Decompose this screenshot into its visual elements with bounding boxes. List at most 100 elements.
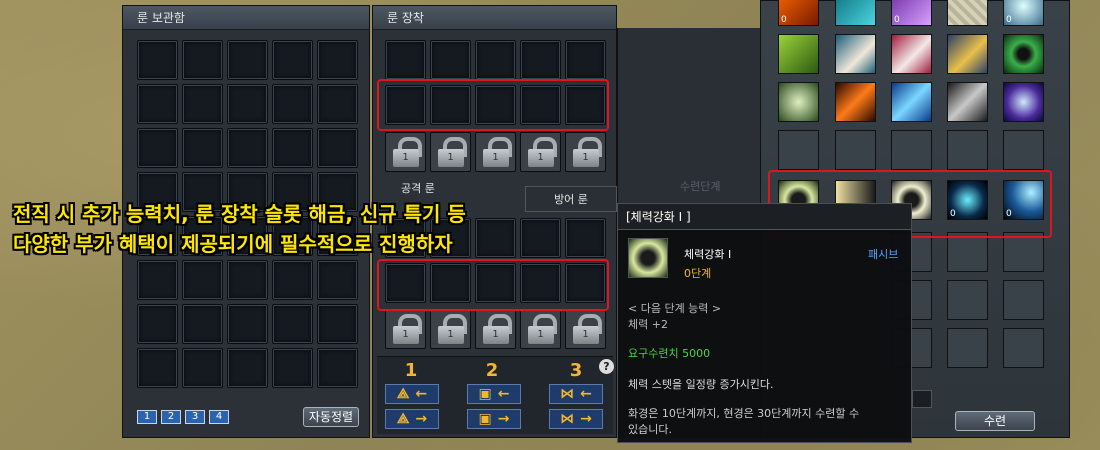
lock-icon: [482, 137, 512, 167]
storage-slot[interactable]: [272, 40, 313, 80]
caption-line-1: 전직 시 추가 능력치, 룬 장착 슬롯 해금, 신규 특기 등: [13, 202, 466, 226]
storage-slot[interactable]: [227, 84, 268, 124]
attack-rune-slot[interactable]: [475, 40, 516, 80]
storage-slot[interactable]: [182, 40, 223, 80]
skill-orb-icon[interactable]: 0: [1003, 0, 1044, 26]
attack-rune-slot[interactable]: [565, 40, 606, 80]
locked-slot: [385, 132, 426, 172]
storage-slot[interactable]: [317, 128, 358, 168]
storage-slot[interactable]: [272, 304, 313, 344]
skill-fire-icon[interactable]: 0: [778, 0, 819, 26]
skill-wind-icon[interactable]: [947, 82, 988, 122]
storage-slot[interactable]: [137, 128, 178, 168]
storage-slot[interactable]: [317, 40, 358, 80]
arrow-left-icon: ←: [580, 386, 592, 402]
tooltip-skill-level: 0단계: [684, 267, 712, 280]
locked-slot: [430, 132, 471, 172]
locked-slot: [565, 309, 606, 349]
set-3-load-button[interactable]: ⋈ ←: [549, 384, 603, 404]
skill-scale-icon[interactable]: [947, 0, 988, 26]
attack-rune-label: 공격 룬: [401, 182, 435, 195]
skill-green-strike-icon[interactable]: [778, 34, 819, 74]
defense-unlock-highlight: [377, 259, 609, 311]
storage-slot[interactable]: [182, 260, 223, 300]
storage-slot[interactable]: [227, 304, 268, 344]
rune-glyph-icon: ▣: [478, 411, 492, 427]
storage-slot[interactable]: [182, 84, 223, 124]
tooltip-skill-type: 패시브: [868, 248, 899, 261]
storage-slot[interactable]: [317, 304, 358, 344]
storage-slot[interactable]: [137, 304, 178, 344]
attack-unlock-highlight: [377, 79, 609, 131]
storage-slot[interactable]: [137, 348, 178, 388]
tooltip-skill-name: 체력강화 I: [684, 248, 732, 261]
set-1-load-button[interactable]: ⟁ ←: [385, 384, 439, 404]
lock-icon: [482, 314, 512, 344]
locked-slot: [565, 132, 606, 172]
skill-water-icon[interactable]: [835, 0, 876, 26]
storage-slot[interactable]: [182, 348, 223, 388]
skill-empty-slot: [947, 280, 988, 320]
skill-axe-icon[interactable]: [947, 34, 988, 74]
skill-fist-icon[interactable]: [835, 34, 876, 74]
skill-flame-icon[interactable]: [835, 82, 876, 122]
defense-rune-slot[interactable]: [520, 218, 561, 258]
tooltip-note-line-1: 화경은 10단계까지, 현경은 30단계까지 수련할 수: [628, 407, 860, 420]
attack-rune-slot[interactable]: [430, 40, 471, 80]
set-2-load-button[interactable]: ▣ ←: [467, 384, 521, 404]
arrow-right-icon: →: [580, 411, 592, 427]
storage-slot[interactable]: [317, 260, 358, 300]
storage-slot[interactable]: [272, 348, 313, 388]
skill-spiral-green-icon[interactable]: [1003, 34, 1044, 74]
storage-slot[interactable]: [182, 128, 223, 168]
page-2-button[interactable]: 2: [161, 410, 181, 424]
storage-slot[interactable]: [137, 260, 178, 300]
storage-slot[interactable]: [182, 304, 223, 344]
page-3-button[interactable]: 3: [185, 410, 205, 424]
defense-rune-slot[interactable]: [565, 218, 606, 258]
skill-blade-icon[interactable]: [891, 34, 932, 74]
storage-slot[interactable]: [317, 348, 358, 388]
tooltip-requirement: 요구수련치 5000: [628, 347, 711, 360]
skill-tooltip: [체력강화 I ] 체력강화 I 패시브 0단계 < 다음 단계 능력 > 체력…: [617, 203, 912, 443]
train-button[interactable]: 수련: [955, 411, 1035, 431]
lock-icon: [527, 314, 557, 344]
locked-slot: [475, 132, 516, 172]
storage-slot[interactable]: [227, 348, 268, 388]
storage-slot[interactable]: [317, 84, 358, 124]
skill-empty-slot: [835, 130, 876, 170]
skill-wave-icon[interactable]: [891, 82, 932, 122]
storage-slot[interactable]: [227, 260, 268, 300]
set-1-save-button[interactable]: ⟁ →: [385, 409, 439, 429]
set-2-save-button[interactable]: ▣ →: [467, 409, 521, 429]
storage-slot[interactable]: [272, 260, 313, 300]
help-icon[interactable]: ?: [599, 359, 614, 374]
tooltip-next-value: 체력 +2: [628, 318, 668, 331]
defense-rune-slot[interactable]: [475, 218, 516, 258]
lock-icon: [437, 314, 467, 344]
rune-equip-title: 룬 장착: [373, 6, 616, 30]
caption-line-2: 다양한 부가 혜택이 제공되기에 필수적으로 진행하자: [13, 232, 453, 256]
attack-rune-slot[interactable]: [385, 40, 426, 80]
skill-vortex-icon[interactable]: [1003, 82, 1044, 122]
skill-empty-slot: [778, 130, 819, 170]
storage-slot[interactable]: [227, 128, 268, 168]
page-4-button[interactable]: 4: [209, 410, 229, 424]
rune-storage-title: 룬 보관함: [123, 6, 369, 30]
set-3-save-button[interactable]: ⋈ →: [549, 409, 603, 429]
storage-slot[interactable]: [272, 128, 313, 168]
rune-glyph-icon: ⋈: [560, 411, 575, 427]
storage-slot[interactable]: [137, 84, 178, 124]
auto-sort-button[interactable]: 자동정렬: [303, 407, 359, 427]
skill-dragon-icon[interactable]: [778, 82, 819, 122]
page-1-button[interactable]: 1: [137, 410, 157, 424]
storage-slot[interactable]: [227, 40, 268, 80]
skill-empty-slot: [947, 232, 988, 272]
skill-heart-icon[interactable]: 0: [891, 0, 932, 26]
storage-slot[interactable]: [137, 40, 178, 80]
skill-empty-slot: [1003, 232, 1044, 272]
attack-rune-slot[interactable]: [520, 40, 561, 80]
skill-empty-slot: [947, 328, 988, 368]
locked-slot: [520, 309, 561, 349]
storage-slot[interactable]: [272, 84, 313, 124]
